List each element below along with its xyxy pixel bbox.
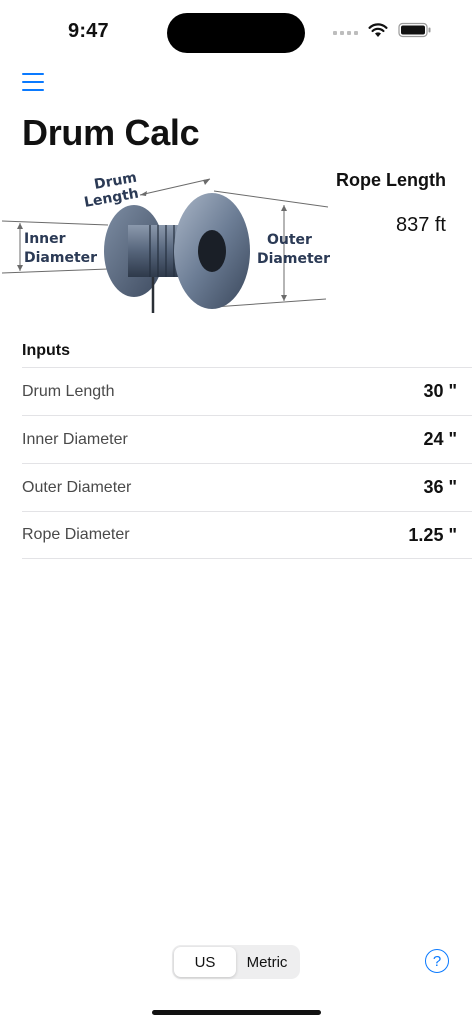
- drum-diagram: Drum Length Inner Diameter Outer Diamete…: [1, 170, 330, 313]
- page-title: Drum Calc: [22, 112, 200, 153]
- inputs-list: Drum Length 30 " Inner Diameter 24 " Out…: [22, 367, 472, 559]
- unit-option-us[interactable]: US: [174, 947, 236, 977]
- input-row-outer-diameter[interactable]: Outer Diameter 36 ": [22, 463, 472, 511]
- cellular-signal-icon: [333, 31, 358, 35]
- home-indicator: [152, 1010, 321, 1015]
- input-row-rope-diameter[interactable]: Rope Diameter 1.25 ": [22, 511, 472, 559]
- inner-diameter-label-line2: Diameter: [24, 250, 97, 266]
- status-icons: [333, 22, 432, 38]
- units-segmented-control: US Metric: [172, 945, 300, 979]
- menu-icon[interactable]: [22, 71, 46, 93]
- input-value: 36 ": [423, 477, 457, 497]
- input-value: 24 ": [423, 429, 457, 449]
- outer-diameter-label-line1: Outer: [267, 232, 312, 248]
- outer-diameter-label-line2: Diameter: [257, 251, 330, 267]
- input-label: Outer Diameter: [22, 478, 132, 496]
- input-label: Inner Diameter: [22, 430, 128, 448]
- input-label: Rope Diameter: [22, 526, 130, 543]
- inner-diameter-label-line1: Inner: [24, 231, 66, 247]
- input-label: Drum Length: [22, 382, 115, 400]
- rope-length-value: 837 ft: [395, 214, 446, 236]
- input-value: 30 ": [423, 381, 457, 401]
- input-row-drum-length[interactable]: Drum Length 30 ": [22, 367, 472, 415]
- rope-length-label: Rope Length: [336, 170, 446, 190]
- unit-option-metric[interactable]: Metric: [236, 947, 298, 977]
- help-icon[interactable]: ?: [425, 949, 449, 973]
- status-time: 9:47: [68, 20, 109, 42]
- input-value: 1.25 ": [408, 524, 457, 545]
- inputs-header: Inputs: [22, 342, 70, 359]
- input-row-inner-diameter[interactable]: Inner Diameter 24 ": [22, 415, 472, 463]
- battery-icon: [398, 22, 431, 38]
- dynamic-island: [167, 13, 305, 53]
- wifi-icon: [368, 22, 388, 37]
